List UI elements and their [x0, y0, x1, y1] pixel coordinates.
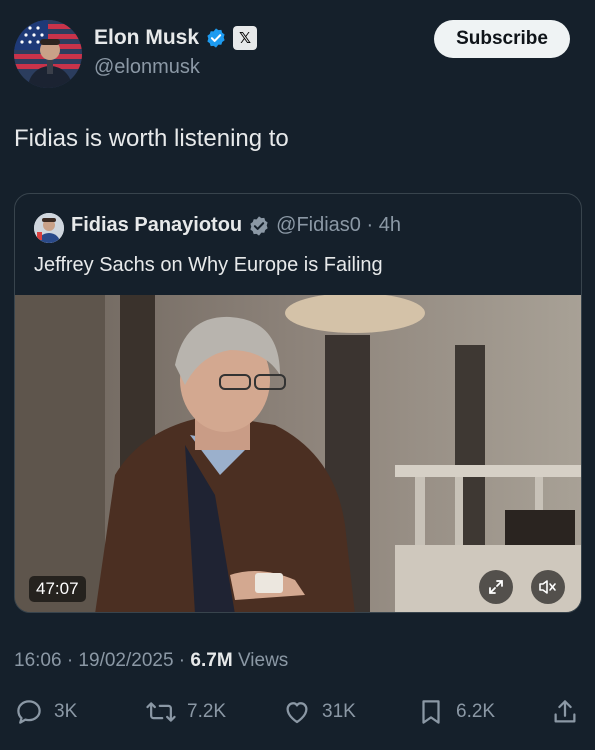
author-handle[interactable]: @elonmusk [94, 56, 200, 79]
bookmark-icon [422, 700, 440, 724]
tweet-text: Fidias is worth listening to [14, 125, 289, 152]
share-button[interactable] [550, 697, 580, 727]
heart-icon [286, 702, 308, 724]
author-name[interactable]: Elon Musk [94, 26, 199, 50]
quoted-text: Jeffrey Sachs on Why Europe is Failing [34, 254, 383, 276]
action-bar: 3K 7.2K 31K 6.2K [0, 697, 595, 731]
like-count: 31K [322, 701, 356, 722]
quoted-handle-time: @Fidias0 · 4h [276, 214, 401, 236]
x-logo-icon: 𝕏 [233, 26, 258, 50]
share-icon [554, 700, 576, 723]
quoted-author-avatar[interactable] [34, 213, 64, 243]
bookmark-count: 6.2K [456, 701, 496, 722]
author-name-row: Elon Musk 𝕏 [94, 26, 258, 50]
quoted-author-name[interactable]: Fidias Panayiotou [71, 214, 242, 237]
views-label: Views [232, 650, 289, 671]
bookmark-button[interactable]: 6.2K [416, 697, 495, 727]
author-avatar[interactable] [14, 20, 82, 88]
video-player[interactable]: 47:07 [15, 295, 581, 612]
tweet-meta: 16:06 · 19/02/2025 · 6.7M Views [14, 650, 288, 672]
repost-icon [146, 702, 176, 722]
video-thumbnail [15, 295, 581, 612]
quoted-tweet-card[interactable]: Fidias Panayiotou @Fidias0 · 4h Jeffrey … [14, 193, 582, 613]
verified-badge-icon [205, 27, 227, 49]
reply-button[interactable]: 3K [14, 697, 77, 727]
reply-count: 3K [54, 701, 78, 722]
quoted-header: Fidias Panayiotou @Fidias0 · 4h [71, 214, 401, 237]
repost-count: 7.2K [187, 701, 227, 722]
like-button[interactable]: 31K [282, 697, 356, 727]
tweet-page: Elon Musk 𝕏 @elonmusk Subscribe Fidias i… [0, 0, 595, 750]
reply-icon [17, 700, 41, 724]
video-duration: 47:07 [29, 576, 86, 602]
expand-icon[interactable] [479, 570, 513, 604]
mute-icon[interactable] [531, 570, 565, 604]
subscribe-button[interactable]: Subscribe [434, 20, 570, 58]
verified-badge-icon [248, 215, 270, 237]
repost-button[interactable]: 7.2K [145, 697, 226, 727]
views-count: 6.7M [190, 650, 233, 671]
timestamp[interactable]: 16:06 · 19/02/2025 · [14, 650, 190, 671]
